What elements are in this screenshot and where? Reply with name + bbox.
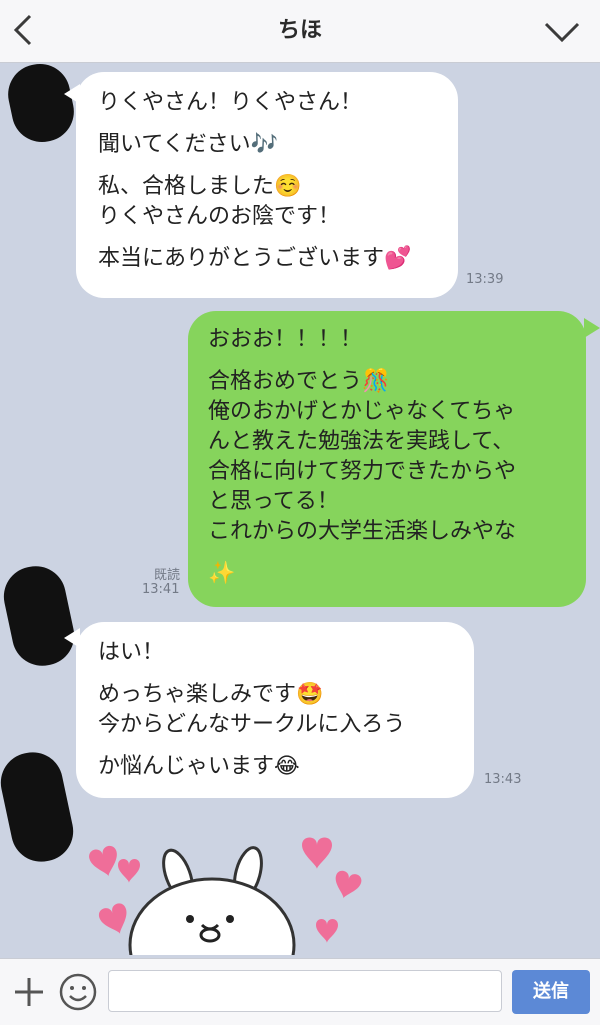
message-line: りくやさん！りくやさん！: [98, 90, 363, 115]
message-line: りくやさんのお陰です！: [98, 204, 341, 229]
message-line: 私、合格しました☺️: [98, 174, 302, 199]
bunny-face: [128, 846, 296, 955]
message-line: 今からどんなサークルに入ろう: [98, 712, 406, 737]
avatar[interactable]: [0, 746, 79, 868]
avatar[interactable]: [0, 560, 80, 672]
message-line: 聞いてください🎶: [98, 132, 279, 157]
smiley-icon[interactable]: [58, 972, 98, 1012]
message-time: 13:39: [466, 272, 504, 287]
message-line: めっちゃ楽しみです🤩: [98, 682, 324, 707]
message-line: ✨: [208, 561, 236, 586]
message-line: これからの大学生活楽しみやな: [208, 519, 517, 544]
message-line: 本当にありがとうございます💕: [98, 246, 412, 271]
message-line: 合格に向けて努力できたからや: [208, 459, 517, 484]
message-input[interactable]: [108, 970, 502, 1012]
message-bubble-incoming[interactable]: はい！ めっちゃ楽しみです🤩 今からどんなサークルに入ろう か悩んじゃいます😂: [76, 622, 474, 798]
message-line: 俺のおかげとかじゃなくてちゃ: [208, 399, 516, 424]
read-receipt: 既読: [153, 568, 180, 583]
message-time: 13:43: [484, 772, 522, 787]
bubble-tail: [584, 318, 600, 338]
message-bubble-incoming[interactable]: りくやさん！りくやさん！ 聞いてください🎶 私、合格しました☺️ りくやさんのお…: [76, 72, 458, 298]
message-line: か悩んじゃいます😂: [98, 754, 300, 779]
message-line: はい！: [98, 640, 165, 665]
message-line: と思ってる！: [208, 489, 339, 514]
message-line: んと教えた勉強法を実践して、: [208, 429, 515, 454]
message-time: 13:41: [142, 582, 180, 597]
bunny-sticker[interactable]: [80, 835, 380, 955]
chat-title: ちほ: [277, 18, 322, 43]
send-button[interactable]: 送信: [512, 970, 590, 1014]
message-line: 合格おめでとう🎊: [208, 369, 390, 394]
input-bar: 送信: [0, 958, 600, 1025]
chat-header: ちほ: [0, 0, 600, 63]
chevron-down-icon[interactable]: [542, 14, 582, 48]
plus-icon[interactable]: [12, 975, 46, 1009]
message-bubble-outgoing[interactable]: おおお！！！！ 合格おめでとう🎊 俺のおかげとかじゃなくてちゃ んと教えた勉強法…: [188, 311, 586, 607]
message-line: おおお！！！！: [208, 327, 363, 352]
